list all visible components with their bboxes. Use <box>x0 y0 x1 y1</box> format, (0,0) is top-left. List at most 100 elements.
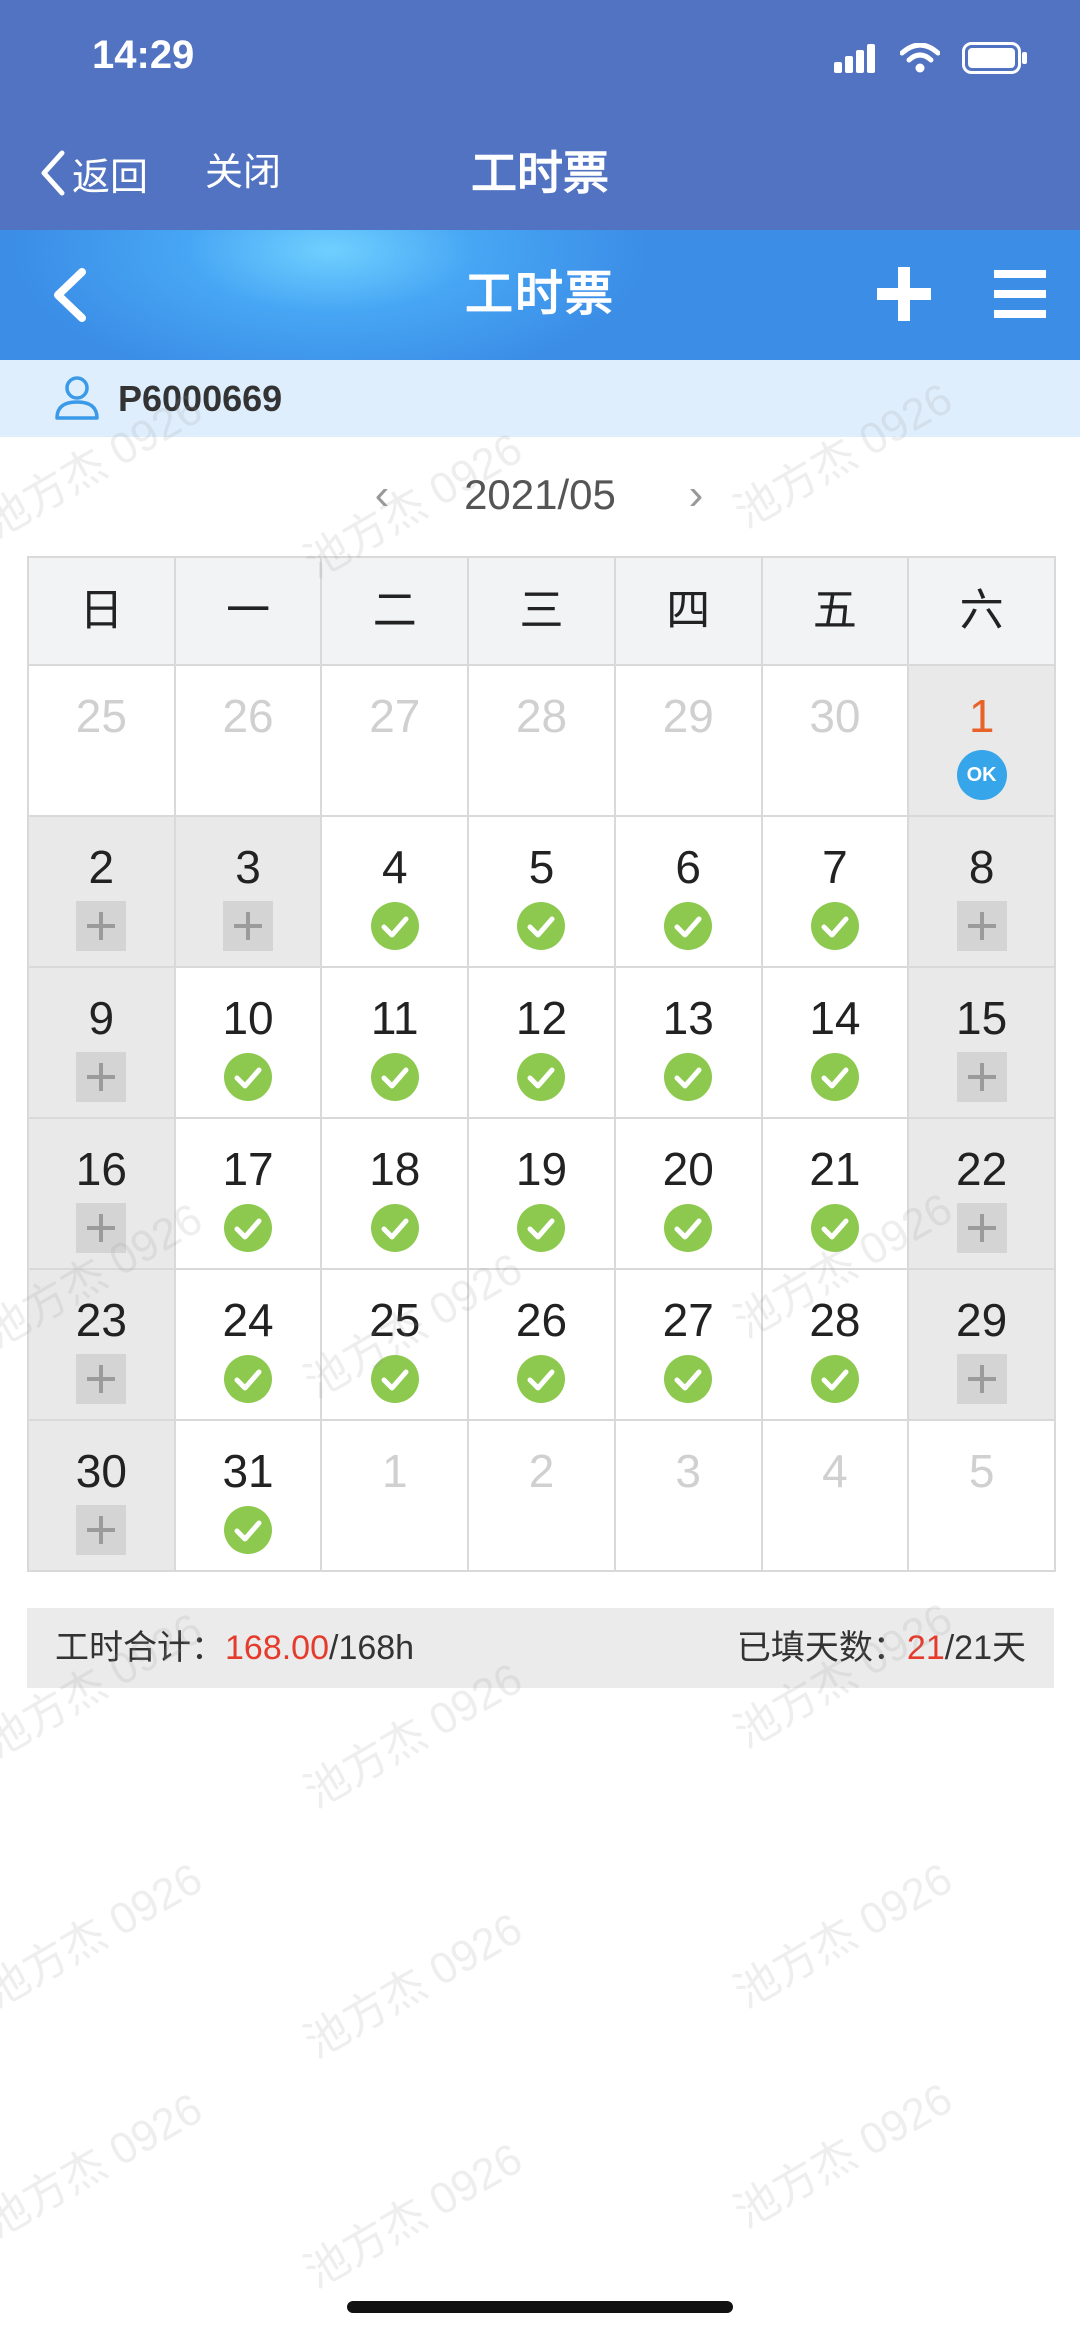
days-total: /21天 <box>944 1629 1026 1667</box>
hours-total: /168h <box>329 1629 415 1667</box>
days-summary: 已填天数：21/21天 <box>737 1608 1026 1688</box>
day-number: 13 <box>662 992 714 1044</box>
calendar-day-cell[interactable]: 4 <box>322 817 470 968</box>
menu-icon[interactable] <box>992 266 1048 322</box>
watermark-text: 池方杰 0926 <box>726 1854 961 2018</box>
status-bar: 14:29 <box>0 0 1080 115</box>
add-hours-icon[interactable] <box>956 901 1007 951</box>
calendar-day-cell: 1 <box>322 1421 470 1572</box>
add-hours-icon[interactable] <box>76 1505 127 1555</box>
next-month-button[interactable]: › <box>676 465 716 525</box>
calendar-day-cell[interactable]: 3 <box>175 817 323 968</box>
calendar-day-cell[interactable]: 12 <box>469 968 616 1119</box>
calendar-day-cell[interactable]: 29 <box>909 1270 1056 1421</box>
calendar-day-cell[interactable]: 20 <box>615 1119 763 1270</box>
watermark-text: 池方杰 0926 <box>726 2074 961 2238</box>
calendar-day-cell[interactable]: 5 <box>469 817 616 968</box>
day-number: 12 <box>515 992 568 1044</box>
calendar-day-cell[interactable]: 27 <box>615 1270 763 1421</box>
check-circle-icon <box>810 902 859 950</box>
check-circle-icon <box>517 1355 566 1403</box>
add-hours-icon[interactable] <box>76 1203 127 1253</box>
day-number: 19 <box>515 1143 568 1195</box>
calendar-day-cell[interactable]: 16 <box>29 1119 176 1270</box>
home-indicator[interactable] <box>347 2301 733 2313</box>
day-number: 14 <box>809 992 861 1044</box>
day-number: 9 <box>88 992 115 1044</box>
day-number: 4 <box>381 841 408 893</box>
signal-icon <box>834 44 875 73</box>
check-circle-icon <box>517 1204 566 1252</box>
add-hours-icon[interactable] <box>76 1052 127 1102</box>
calendar-day-cell[interactable]: 2 <box>29 817 176 968</box>
calendar-day-cell[interactable]: 13 <box>615 968 763 1119</box>
calendar-day-cell[interactable]: 19 <box>469 1119 616 1270</box>
check-circle-icon <box>664 1204 713 1252</box>
add-icon[interactable] <box>875 265 933 323</box>
check-circle-icon <box>370 902 419 950</box>
calendar-day-cell[interactable]: 31 <box>175 1421 323 1572</box>
add-hours-icon[interactable] <box>223 901 274 951</box>
day-number: 7 <box>822 841 848 893</box>
calendar-day-cell[interactable]: 11 <box>322 968 470 1119</box>
day-number: 27 <box>369 690 421 742</box>
day-number: 25 <box>369 1294 421 1346</box>
calendar-day-cell[interactable]: 17 <box>175 1119 323 1270</box>
calendar-day-cell[interactable]: 15 <box>909 968 1056 1119</box>
weekday-header: 三 <box>469 558 616 666</box>
status-icons <box>834 38 1028 78</box>
check-circle-icon <box>810 1204 859 1252</box>
calendar-day-cell[interactable]: 9 <box>29 968 176 1119</box>
calendar-day-cell: 29 <box>615 666 763 817</box>
check-circle-icon <box>810 1053 859 1101</box>
add-hours-icon[interactable] <box>956 1203 1007 1253</box>
add-hours-icon[interactable] <box>76 901 127 951</box>
add-hours-icon[interactable] <box>956 1354 1007 1404</box>
calendar-day-cell[interactable]: 24 <box>175 1270 323 1421</box>
day-number: 2 <box>88 841 115 893</box>
day-number: 3 <box>235 841 261 893</box>
calendar-day-cell[interactable]: 18 <box>322 1119 470 1270</box>
hours-label: 工时合计： <box>55 1629 225 1667</box>
hours-value: 168.00 <box>225 1629 329 1667</box>
calendar-day-cell[interactable]: 30 <box>29 1421 176 1572</box>
summary-bar: 工时合计：168.00/168h 已填天数：21/21天 <box>27 1608 1054 1688</box>
calendar-day-cell[interactable]: 7 <box>762 817 910 968</box>
calendar-day-cell[interactable]: 25 <box>322 1270 470 1421</box>
days-label: 已填天数： <box>736 1629 907 1667</box>
calendar-day-cell: 3 <box>615 1421 763 1572</box>
check-circle-icon <box>517 1053 566 1101</box>
day-number: 16 <box>75 1143 127 1195</box>
calendar-day-cell[interactable]: 23 <box>29 1270 176 1421</box>
wifi-icon <box>900 43 940 73</box>
add-hours-icon[interactable] <box>956 1052 1007 1102</box>
calendar-day-cell[interactable]: 28 <box>762 1270 910 1421</box>
calendar-day-cell[interactable]: 10 <box>175 968 323 1119</box>
user-icon <box>55 376 99 420</box>
calendar-day-cell[interactable]: 26 <box>469 1270 616 1421</box>
check-circle-icon <box>810 1355 859 1403</box>
calendar-day-cell[interactable]: 14 <box>762 968 910 1119</box>
day-number: 30 <box>809 690 861 742</box>
calendar-day-cell[interactable]: 1 OK <box>909 666 1056 817</box>
calendar-day-cell[interactable]: 22 <box>909 1119 1056 1270</box>
watermark-text: 池方杰 0926 <box>296 2134 531 2298</box>
app-header: 工时票 <box>0 230 1080 360</box>
day-number: 24 <box>222 1294 274 1346</box>
calendar-day-cell: 28 <box>469 666 616 817</box>
check-circle-icon <box>224 1355 273 1403</box>
nav-title: 工时票 <box>471 147 609 199</box>
calendar-day-cell[interactable]: 21 <box>762 1119 910 1270</box>
day-number: 28 <box>515 690 568 742</box>
day-number: 23 <box>75 1294 127 1346</box>
weekday-header: 一 <box>175 558 323 666</box>
calendar-day-cell: 26 <box>175 666 323 817</box>
day-number: 31 <box>222 1445 274 1497</box>
days-value: 21 <box>906 1629 945 1667</box>
calendar-day-cell[interactable]: 6 <box>615 817 763 968</box>
add-hours-icon[interactable] <box>76 1354 127 1404</box>
day-number: 5 <box>528 841 555 893</box>
day-number: 29 <box>662 690 714 742</box>
calendar-day-cell: 30 <box>762 666 910 817</box>
calendar-day-cell[interactable]: 8 <box>909 817 1056 968</box>
